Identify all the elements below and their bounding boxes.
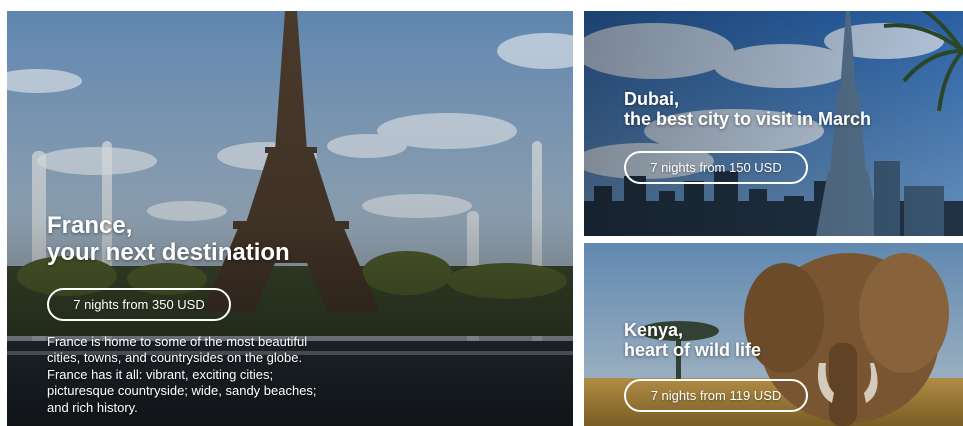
dubai-title-line2: the best city to visit in March (624, 109, 872, 130)
destination-card-dubai[interactable]: Dubai, the best city to visit in March 7… (584, 11, 963, 236)
kenya-title-line2: heart of wild life (624, 340, 762, 361)
dubai-card-content: Dubai, the best city to visit in March 7… (624, 89, 954, 185)
kenya-price-button[interactable]: 7 nights from 119 USD (624, 379, 808, 413)
dubai-price-button[interactable]: 7 nights from 150 USD (624, 151, 808, 185)
france-title-line1: France, (47, 212, 133, 239)
france-card-title: France, your next destination (47, 212, 347, 267)
dubai-title-line1: Dubai, (624, 89, 680, 109)
kenya-card-title: Kenya, heart of wild life (624, 320, 954, 360)
france-title-line2: your next destination (47, 238, 290, 266)
france-card-content: France, your next destination 7 nights f… (47, 212, 347, 416)
france-price-button[interactable]: 7 nights from 350 USD (47, 287, 231, 321)
kenya-title-line1: Kenya, (624, 320, 684, 340)
destination-card-france[interactable]: France, your next destination 7 nights f… (7, 11, 573, 426)
france-description: France is home to some of the most beaut… (47, 333, 317, 415)
destination-card-kenya[interactable]: Kenya, heart of wild life 7 nights from … (584, 243, 963, 426)
dubai-card-title: Dubai, the best city to visit in March (624, 89, 954, 129)
kenya-card-content: Kenya, heart of wild life 7 nights from … (624, 320, 954, 413)
